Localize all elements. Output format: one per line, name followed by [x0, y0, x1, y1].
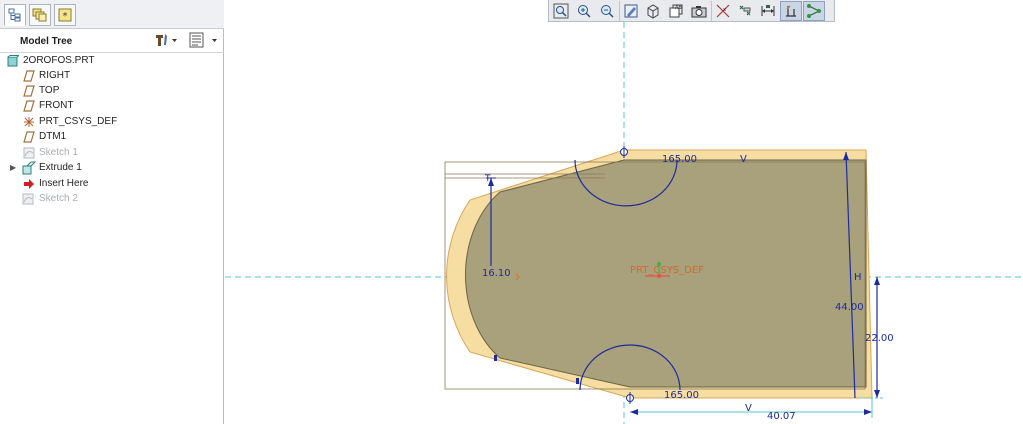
graphics-viewport[interactable]: PRT_CSYS_DEF 165.00 165.00 16.10 44.00 2…	[225, 0, 1023, 424]
bottom-width-arrow-right	[864, 409, 872, 415]
zoom-in-button[interactable]	[573, 1, 595, 21]
application-window: * Model Tree 2OROFOS.PRT RIGHT TOP FRONT…	[0, 0, 1023, 424]
favorites-tab[interactable]: *	[54, 4, 76, 26]
layers-icon	[32, 8, 47, 22]
bottom-width-dimension[interactable]: 40.07	[767, 411, 796, 422]
zoom-fit-icon	[553, 3, 569, 18]
bottom-width-arrow-left	[630, 409, 638, 415]
tree-item-label: Extrude 1	[39, 162, 82, 173]
zoom-out-icon	[601, 4, 614, 18]
tangent-marker	[576, 378, 579, 384]
dimension-icon	[761, 4, 775, 16]
tree-item-label: Insert Here	[39, 178, 89, 189]
tree-item-label: 2OROFOS.PRT	[23, 55, 95, 66]
tree-item-right[interactable]: RIGHT	[22, 68, 70, 83]
tree-show-button[interactable]	[189, 31, 219, 49]
constraint-icon	[786, 4, 796, 17]
datum-axes-button[interactable]: x	[711, 0, 733, 21]
navigator-tabs: *	[0, 0, 224, 29]
top-radius-dimension[interactable]: 165.00	[662, 154, 697, 165]
saved-views-icon: AB	[669, 4, 683, 17]
cube-icon	[647, 3, 659, 19]
tree-item-label: DTM1	[39, 131, 67, 142]
tree-item-front[interactable]: FRONT	[22, 98, 73, 113]
csys-label: PRT_CSYS_DEF	[630, 265, 704, 276]
zoom-out-button[interactable]	[596, 1, 618, 21]
tree-item-extrude-1[interactable]: Extrude 1	[22, 160, 82, 175]
axes-icon: x	[716, 4, 729, 17]
extrude-icon	[22, 161, 36, 175]
datum-plane-icon	[22, 84, 36, 98]
svg-text:AB: AB	[675, 5, 682, 11]
tools-icon	[156, 34, 177, 46]
display-style-button[interactable]	[642, 1, 664, 21]
vertical-constraint-bottom[interactable]: V	[745, 403, 752, 414]
tangent-constraint[interactable]: T	[484, 174, 491, 184]
tangent-marker	[494, 355, 497, 361]
refit-button[interactable]	[550, 1, 572, 21]
insert-arrow-icon	[22, 177, 36, 191]
datum-plane-icon	[22, 130, 36, 144]
total-height-dimension[interactable]: 44.00	[835, 302, 864, 313]
half-height-arrow-bottom	[874, 390, 880, 398]
tree-settings-button[interactable]	[154, 31, 178, 49]
bottom-radius-dimension[interactable]: 165.00	[664, 390, 699, 401]
datum-points-button[interactable]	[734, 1, 756, 21]
svg-text:*: *	[63, 11, 68, 22]
navigator-panel: * Model Tree 2OROFOS.PRT RIGHT TOP FRONT…	[0, 0, 224, 424]
view-toolbar: AB x	[548, 0, 835, 22]
repaint-button[interactable]	[619, 0, 641, 21]
tree-item-top[interactable]: TOP	[22, 83, 59, 98]
datum-plane-icon	[22, 99, 36, 113]
tree-item-label: PRT_CSYS_DEF	[39, 116, 118, 127]
favorites-icon: *	[58, 8, 72, 22]
part-icon	[6, 54, 20, 68]
tree-item-part[interactable]: 2OROFOS.PRT	[6, 53, 95, 68]
half-height-dimension[interactable]: 22.00	[865, 333, 894, 344]
sketch-icon	[22, 146, 36, 160]
points-icon	[739, 5, 751, 15]
extrude-expand-toggle[interactable]: ▶	[10, 160, 18, 175]
model-tree-tab[interactable]	[4, 4, 26, 26]
horizontal-constraint[interactable]: H	[854, 272, 862, 283]
layers-tab[interactable]	[29, 4, 51, 26]
tree-item-label: Sketch 1	[39, 147, 78, 158]
dimension-display-button[interactable]	[757, 1, 779, 21]
view-manager-button[interactable]	[688, 1, 710, 21]
model-tree-title: Model Tree	[20, 35, 73, 47]
vertex-icon	[807, 3, 821, 18]
zoom-in-icon	[578, 4, 591, 18]
datum-plane-icon	[22, 69, 36, 83]
repaint-icon	[624, 4, 637, 17]
tree-item-dtm1[interactable]: DTM1	[22, 129, 66, 144]
vertical-constraint-top[interactable]: V	[740, 154, 747, 165]
half-height-arrow-top	[874, 277, 880, 285]
vertex-display-button[interactable]	[803, 0, 825, 21]
tree-item-csys[interactable]: PRT_CSYS_DEF	[22, 114, 117, 129]
tree-item-label: RIGHT	[39, 70, 71, 81]
svg-text:x: x	[723, 7, 726, 13]
tree-item-insert-here[interactable]: Insert Here	[22, 176, 88, 191]
tree-item-sketch-2[interactable]: ✱ Sketch 2	[22, 191, 78, 206]
saved-views-button[interactable]: AB	[665, 1, 687, 21]
camera-icon	[691, 5, 707, 17]
tree-item-sketch-1[interactable]: Sketch 1	[22, 145, 78, 160]
list-icon	[189, 32, 217, 48]
left-height-dimension[interactable]: 16.10	[482, 268, 511, 279]
tree-item-label: FRONT	[39, 100, 74, 111]
tree-icon	[8, 8, 21, 22]
csys-icon	[22, 115, 36, 129]
svg-text:✱: ✱	[35, 193, 36, 201]
sketch-icon: ✱	[22, 192, 36, 206]
constraints-display-button[interactable]	[780, 0, 802, 21]
tree-item-label: Sketch 2	[39, 193, 78, 204]
tree-item-label: TOP	[39, 85, 60, 96]
